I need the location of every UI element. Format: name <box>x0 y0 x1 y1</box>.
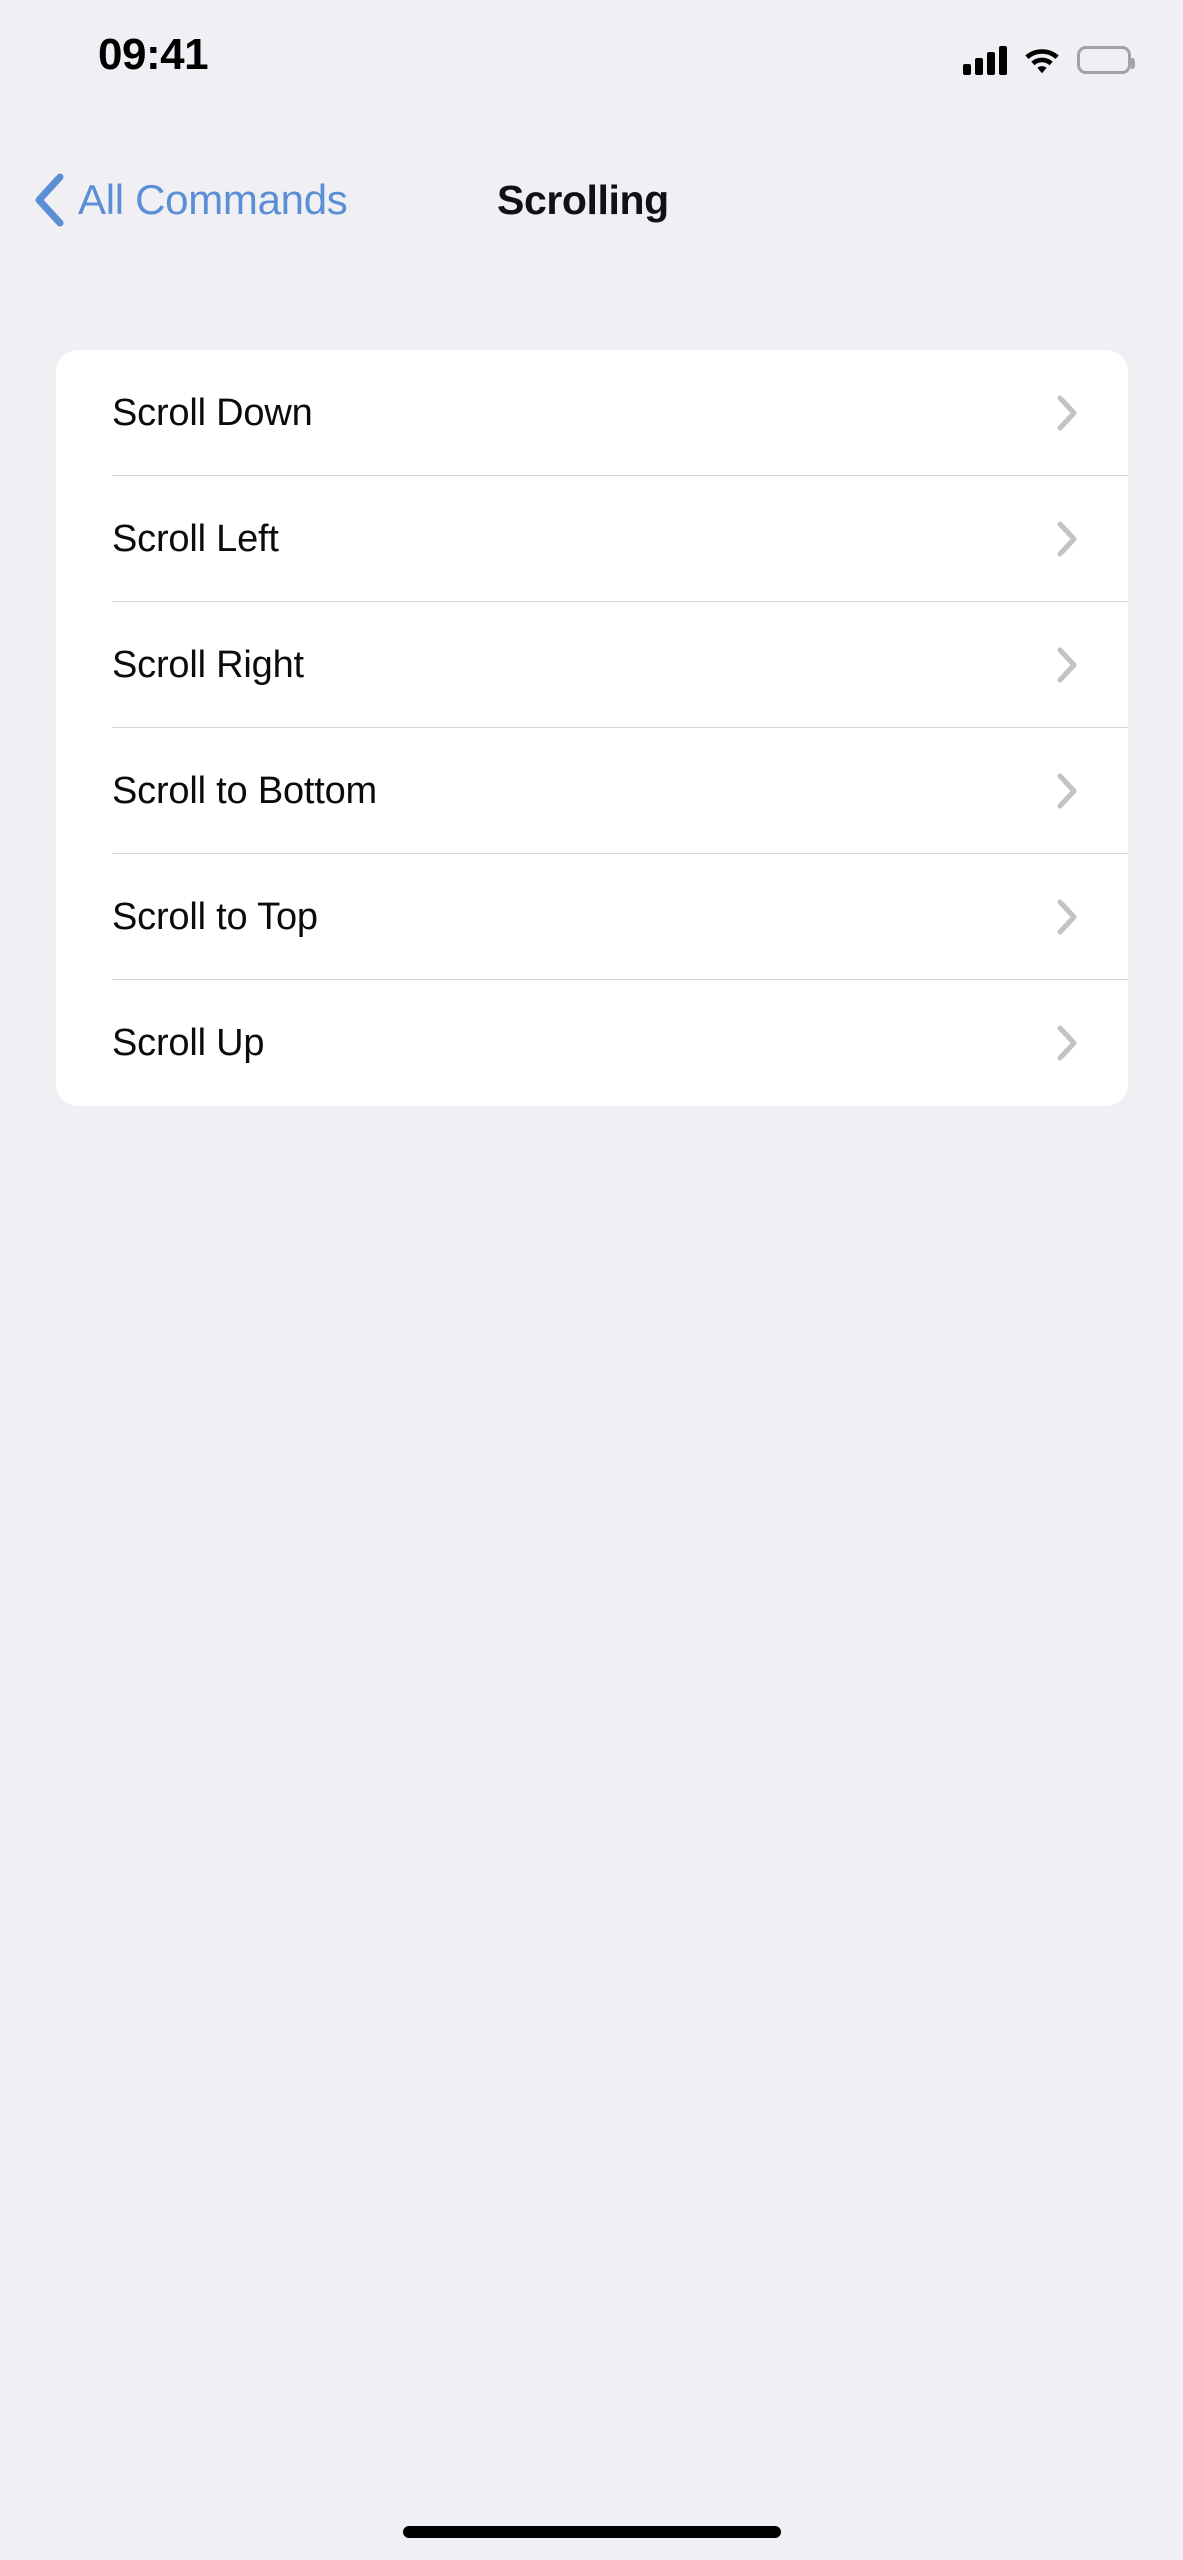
wifi-icon <box>1023 45 1061 75</box>
commands-list: Scroll Down Scroll Left Scroll Right Scr… <box>56 350 1128 1106</box>
status-bar-indicators <box>963 40 1135 80</box>
list-item-label: Scroll Down <box>112 392 313 434</box>
back-button-label: All Commands <box>78 176 348 223</box>
list-item-label: Scroll Up <box>112 1022 265 1064</box>
list-item-label: Scroll to Top <box>112 896 318 938</box>
list-item-label: Scroll Right <box>112 644 304 686</box>
list-item-label: Scroll Left <box>112 518 279 560</box>
list-item-scroll-to-top[interactable]: Scroll to Top <box>56 854 1128 980</box>
battery-full-icon <box>1077 46 1135 74</box>
back-button-all-commands[interactable]: All Commands <box>32 155 348 245</box>
navigation-bar: All Commands Scrolling <box>0 155 1183 245</box>
cellular-signal-icon <box>963 45 1007 75</box>
list-item-scroll-to-bottom[interactable]: Scroll to Bottom <box>56 728 1128 854</box>
home-indicator-bar[interactable] <box>402 2526 781 2538</box>
chevron-left-icon <box>32 172 66 228</box>
list-item-scroll-right[interactable]: Scroll Right <box>56 602 1128 728</box>
list-item-scroll-up[interactable]: Scroll Up <box>56 980 1128 1106</box>
list-item-scroll-down[interactable]: Scroll Down <box>56 350 1128 476</box>
status-bar: 09:41 <box>0 0 1183 110</box>
list-item-scroll-left[interactable]: Scroll Left <box>56 476 1128 602</box>
list-item-label: Scroll to Bottom <box>112 770 378 812</box>
page-title: Scrolling <box>497 176 669 223</box>
status-bar-time: 09:41 <box>98 30 209 79</box>
iphone-screen: 09:41 All Commands Scrolling Scroll Down… <box>0 0 1183 2560</box>
